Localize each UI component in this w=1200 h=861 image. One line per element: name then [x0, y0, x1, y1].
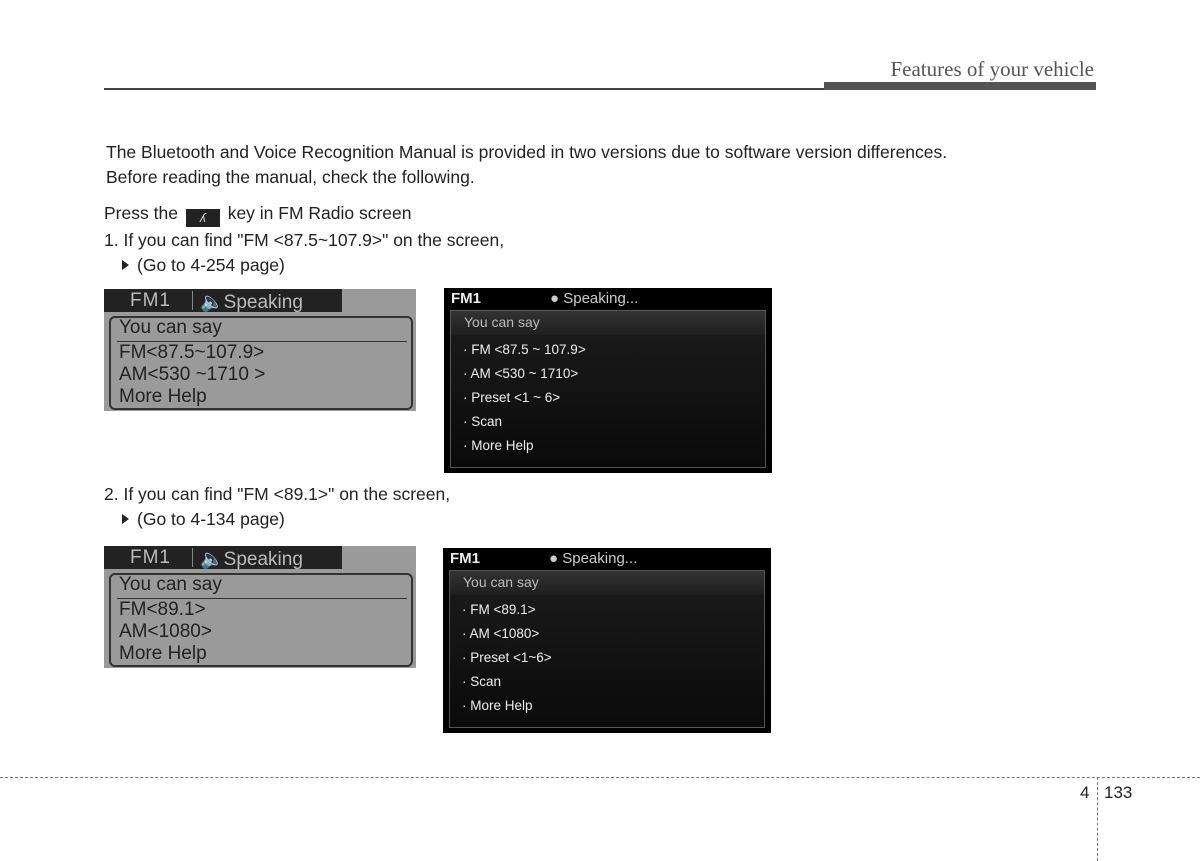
dark-header: You can say [450, 571, 764, 595]
lcd-item: More Help [119, 386, 207, 407]
intro-line-1: The Bluetooth and Voice Recognition Manu… [106, 142, 948, 162]
divider [192, 548, 193, 567]
band-label: FM1 [130, 547, 171, 568]
triangle-bullet-icon [122, 260, 129, 270]
voice-head-icon: ● [550, 290, 560, 307]
dark-header: You can say [451, 311, 765, 335]
page-header-title: Features of your vehicle [890, 57, 1094, 81]
dark-item: · FM <87.5 ~ 107.9> [463, 342, 586, 357]
band-label: FM1 [450, 550, 480, 567]
speaking-status: 🔈Speaking [200, 292, 303, 313]
lcd-item: FM<89.1> [119, 599, 206, 620]
speaking-status: ● Speaking... [549, 550, 638, 567]
intro-line-2: Before reading the manual, check the fol… [106, 167, 475, 187]
dark-item: · AM <530 ~ 1710> [463, 366, 579, 381]
instruction-line: Press the ʎ key in FM Radio screen [104, 203, 412, 227]
speaking-status: 🔈Speaking [200, 549, 303, 570]
lcd-item: AM<1080> [119, 621, 212, 642]
voice-key-icon: ʎ [185, 209, 220, 227]
page-number: 133 [1104, 783, 1133, 802]
footer-rule [0, 777, 1200, 778]
lcd-item: FM<87.5~107.9> [119, 342, 265, 363]
speaking-status: ● Speaking... [550, 290, 639, 307]
case-2-goto: (Go to 4-134 page) [122, 509, 285, 530]
goto-text: (Go to 4-254 page) [137, 255, 285, 275]
footer-vertical-rule [1097, 777, 1098, 861]
dark-screen-2: FM1 ● Speaking... You can say · FM <89.1… [443, 548, 771, 733]
dark-command-box: You can say · FM <89.1> · AM <1080> · Pr… [449, 570, 765, 728]
lcd-command-box: You can say FM<87.5~107.9> AM<530 ~1710 … [109, 316, 413, 410]
dark-command-box: You can say · FM <87.5 ~ 107.9> · AM <53… [450, 310, 766, 468]
dark-item: · AM <1080> [462, 626, 540, 641]
lcd-item: More Help [119, 643, 207, 664]
section-number: 4 [1080, 783, 1090, 802]
band-label: FM1 [451, 290, 481, 307]
dark-item: · More Help [462, 698, 533, 713]
lcd-command-box: You can say FM<89.1> AM<1080> More Help [109, 573, 413, 667]
dark-screen-1: FM1 ● Speaking... You can say · FM <87.5… [444, 288, 772, 473]
dark-item: · Scan [462, 674, 502, 689]
goto-text: (Go to 4-134 page) [137, 509, 285, 529]
instruction-before: Press the [104, 203, 178, 223]
instruction-after: key in FM Radio screen [227, 203, 412, 223]
case-1-condition: 1. If you can find "FM <87.5~107.9>" on … [104, 230, 505, 250]
dark-item: · FM <89.1> [462, 602, 536, 617]
lcd-header: You can say [119, 317, 222, 338]
lcd-screen-1: FM1 🔈Speaking You can say FM<87.5~107.9>… [104, 289, 416, 411]
lcd-status-bar: FM1 🔈Speaking [104, 546, 342, 570]
intro-paragraph: The Bluetooth and Voice Recognition Manu… [106, 140, 947, 190]
case-2-condition: 2. If you can find "FM <89.1>" on the sc… [104, 484, 451, 504]
lcd-header: You can say [119, 574, 222, 595]
dark-item: · More Help [463, 438, 534, 453]
voice-head-icon: ● [549, 550, 559, 567]
dark-item: · Scan [463, 414, 503, 429]
dark-item: · Preset <1 ~ 6> [463, 390, 561, 405]
band-label: FM1 [130, 290, 171, 311]
speaker-icon: 🔈 [200, 549, 224, 570]
header-rule [104, 88, 824, 90]
lcd-status-bar: FM1 🔈Speaking [104, 289, 342, 313]
divider [192, 291, 193, 310]
lcd-screen-2: FM1 🔈Speaking You can say FM<89.1> AM<10… [104, 546, 416, 668]
triangle-bullet-icon [122, 514, 129, 524]
speaker-icon: 🔈 [200, 292, 224, 313]
case-1-goto: (Go to 4-254 page) [122, 255, 285, 276]
dark-item: · Preset <1~6> [462, 650, 552, 665]
lcd-item: AM<530 ~1710 > [119, 364, 266, 385]
header-bar [824, 82, 1096, 90]
